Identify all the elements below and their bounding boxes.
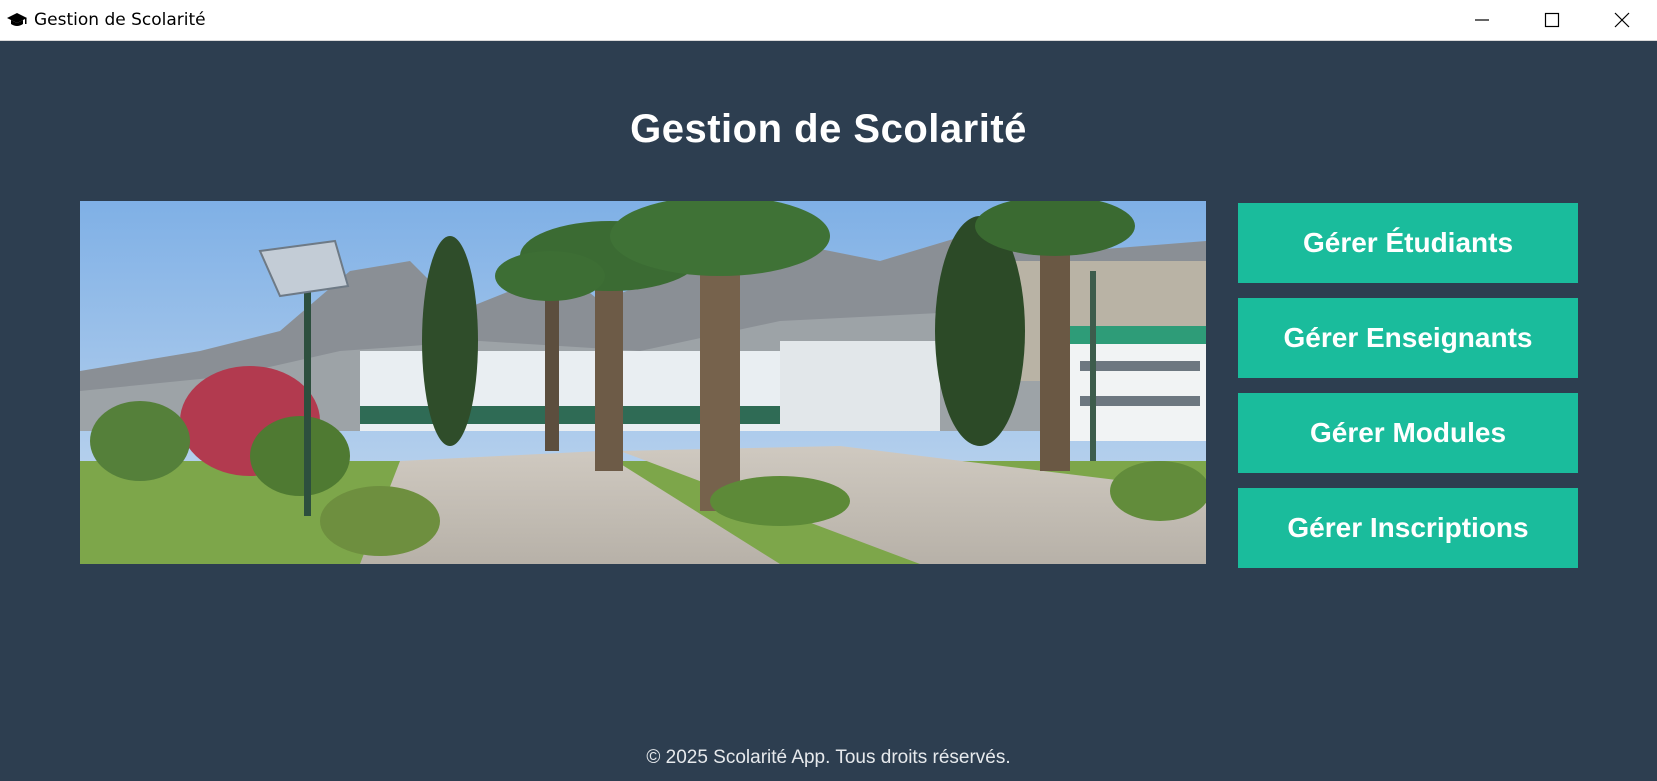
window-title: Gestion de Scolarité xyxy=(34,10,206,30)
window-controls xyxy=(1447,0,1657,40)
maximize-button[interactable] xyxy=(1517,0,1587,40)
minimize-button[interactable] xyxy=(1447,0,1517,40)
close-button[interactable] xyxy=(1587,0,1657,40)
manage-modules-button[interactable]: Gérer Modules xyxy=(1238,393,1578,473)
campus-photo xyxy=(80,201,1206,564)
main-content: Gestion de Scolarité Gérer Étudiants Gér… xyxy=(0,41,1657,781)
footer-copyright: © 2025 Scolarité App. Tous droits réserv… xyxy=(646,747,1011,768)
manage-students-button[interactable]: Gérer Étudiants xyxy=(1238,203,1578,283)
maximize-icon xyxy=(1544,12,1560,28)
manage-teachers-button[interactable]: Gérer Enseignants xyxy=(1238,298,1578,378)
close-icon xyxy=(1614,12,1630,28)
graduation-cap-icon xyxy=(6,9,28,31)
manage-enrollments-button[interactable]: Gérer Inscriptions xyxy=(1238,488,1578,568)
title-bar: Gestion de Scolarité xyxy=(0,0,1657,41)
page-title: Gestion de Scolarité xyxy=(630,107,1027,151)
menu-buttons: Gérer Étudiants Gérer Enseignants Gérer … xyxy=(1238,203,1578,583)
minimize-icon xyxy=(1475,19,1489,21)
